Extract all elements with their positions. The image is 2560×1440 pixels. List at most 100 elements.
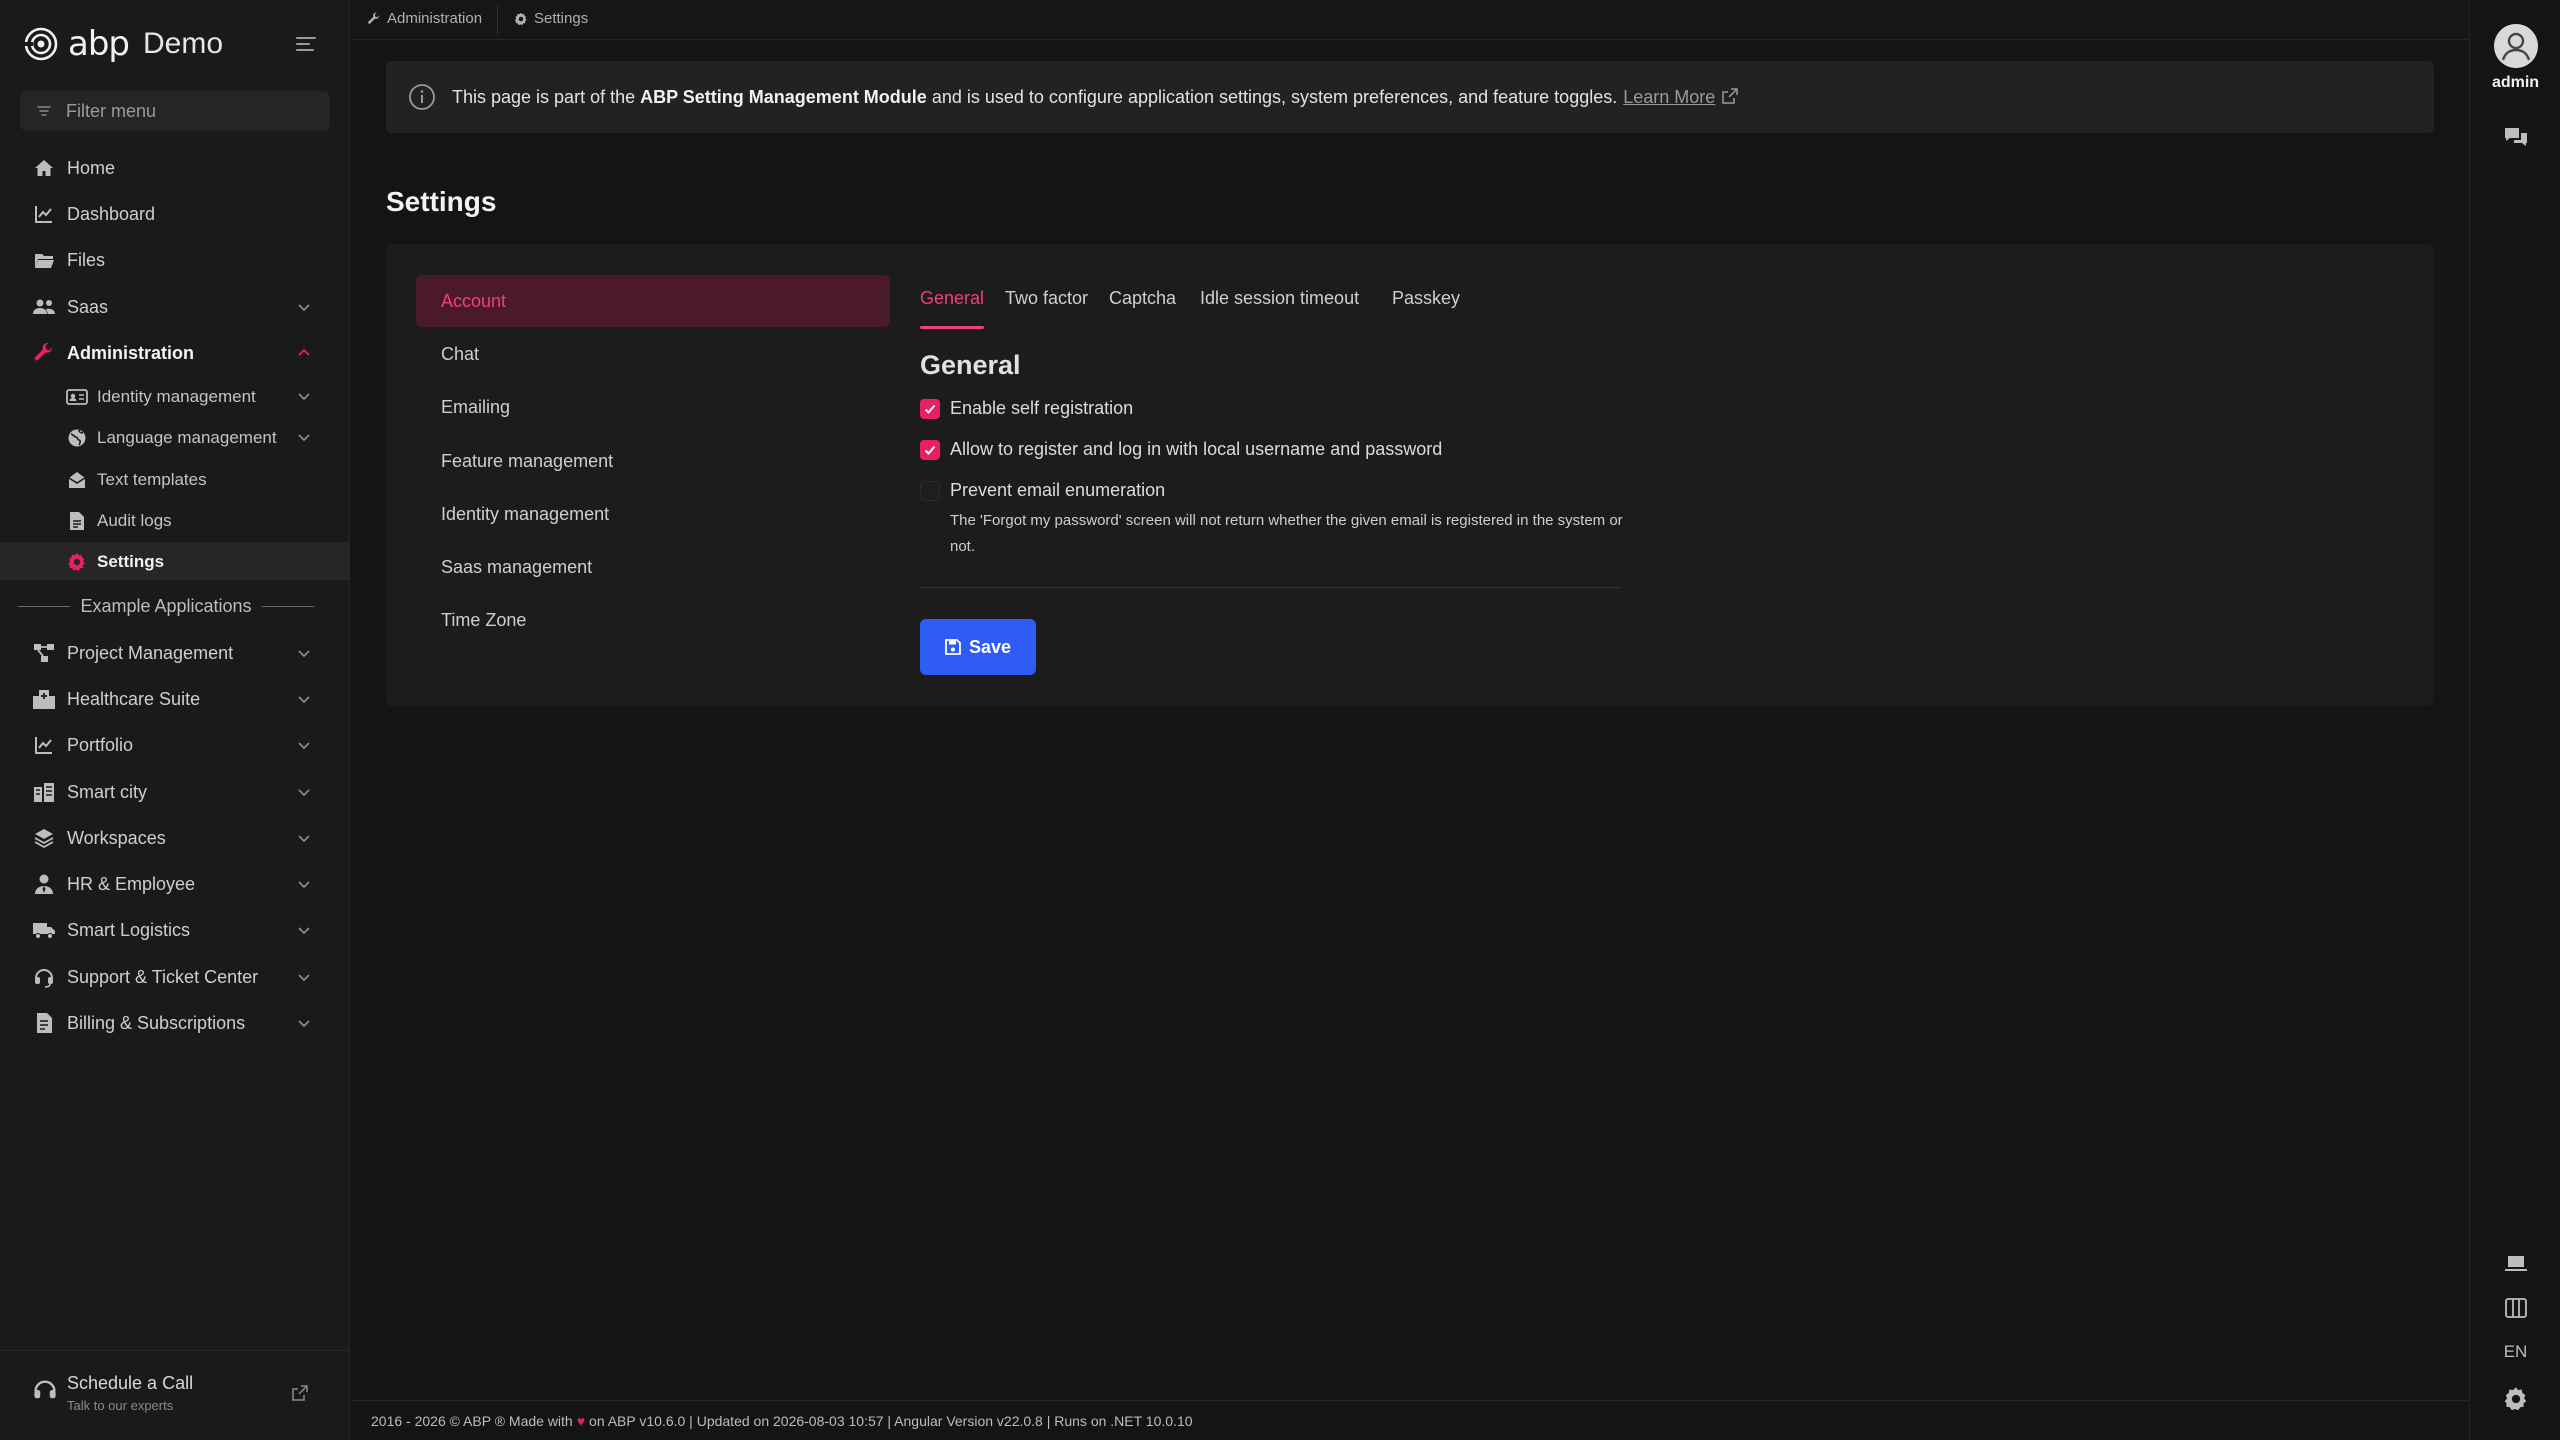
laptop-icon[interactable]: [2503, 1250, 2529, 1276]
settings-group-time-zone[interactable]: Time Zone: [416, 594, 890, 646]
tab-two-factor[interactable]: Two factor: [1005, 288, 1088, 328]
chevron-down-icon: [298, 393, 310, 401]
local-login-checkbox[interactable]: [920, 440, 940, 460]
sidebar-item-label: Portfolio: [67, 734, 134, 755]
users-icon: [32, 295, 56, 319]
diagram-icon: [32, 641, 56, 665]
chevron-down-icon: [298, 1020, 310, 1028]
sidebar-item-portfolio[interactable]: Portfolio: [0, 725, 350, 765]
prevent-email-enumeration-checkbox[interactable]: [920, 481, 940, 501]
tab-captcha[interactable]: Captcha: [1109, 288, 1176, 328]
tab-idle-session-timeout[interactable]: Idle session timeout: [1200, 288, 1359, 328]
sidebar-item-smart-logistics[interactable]: Smart Logistics: [0, 910, 350, 950]
chart-line-icon: [32, 733, 56, 757]
settings-group-account[interactable]: Account: [416, 275, 890, 327]
enable-self-registration-checkbox[interactable]: [920, 399, 940, 419]
save-icon: [945, 639, 961, 655]
settings-group-emailing[interactable]: Emailing: [416, 381, 890, 433]
sidebar: abp Demo Home Dashboard Files: [0, 0, 350, 1440]
sidebar-item-label: Settings: [97, 552, 165, 571]
brand-logo[interactable]: abp Demo: [24, 24, 223, 64]
tab-general[interactable]: General: [920, 288, 985, 329]
brand-name: abp: [68, 24, 130, 64]
sidebar-item-administration[interactable]: Administration: [0, 333, 350, 373]
breadcrumb-settings[interactable]: Settings: [514, 10, 588, 27]
learn-more-link[interactable]: Learn More: [1623, 87, 1715, 107]
sidebar-item-language-management[interactable]: Language management: [0, 418, 350, 456]
external-link-icon: [292, 1385, 308, 1401]
sidebar-item-saas[interactable]: Saas: [0, 287, 350, 327]
invoice-icon: [32, 1011, 56, 1035]
prevent-email-enumeration-help: The 'Forgot my password' screen will not…: [950, 512, 1623, 555]
user-tie-icon: [32, 872, 56, 896]
breadcrumb-administration[interactable]: Administration: [367, 10, 482, 27]
sidebar-item-label: Healthcare Suite: [67, 688, 201, 709]
gear-icon[interactable]: [2503, 1386, 2529, 1412]
chevron-down-icon: [298, 927, 310, 935]
sidebar-item-label: Text templates: [97, 470, 207, 489]
form-divider: [920, 587, 1620, 588]
chevron-down-icon: [298, 304, 310, 312]
sidebar-item-home[interactable]: Home: [0, 148, 350, 188]
notice-prefix: This page is part of the: [452, 86, 641, 107]
file-text-icon: [66, 510, 88, 532]
sidebar-item-billing-subscriptions[interactable]: Billing & Subscriptions: [0, 1003, 350, 1043]
sidebar-item-workspaces[interactable]: Workspaces: [0, 818, 350, 858]
notice-suffix: and is used to configure application set…: [926, 86, 1618, 107]
settings-group-feature-management[interactable]: Feature management: [416, 435, 890, 487]
sidebar-item-project-management[interactable]: Project Management: [0, 633, 350, 673]
sidebar-item-label: Billing & Subscriptions: [67, 1012, 246, 1033]
sidebar-item-smart-city[interactable]: Smart city: [0, 772, 350, 812]
checkbox-label: Allow to register and log in with local …: [950, 439, 1443, 459]
section-label: Example Applications: [80, 595, 252, 616]
sidebar-item-label: Saas: [67, 296, 109, 317]
footer: 2016 - 2026 © ABP ® Made with ♥ on ABP v…: [351, 1400, 2469, 1440]
settings-group-identity-management[interactable]: Identity management: [416, 488, 890, 540]
headset-icon: [32, 965, 56, 989]
language-selector[interactable]: EN: [2470, 1342, 2560, 1362]
sidebar-item-label: HR & Employee: [67, 873, 196, 894]
sidebar-item-label: Identity management: [97, 387, 256, 406]
prevent-email-enumeration-option[interactable]: Prevent email enumeration: [920, 480, 1165, 501]
sidebar-item-text-templates[interactable]: Text templates: [0, 460, 350, 498]
right-toolbar: admin EN: [2469, 0, 2560, 1440]
user-avatar[interactable]: [2494, 24, 2538, 68]
gear-icon: [514, 12, 527, 25]
settings-group-chat[interactable]: Chat: [416, 328, 890, 380]
globe-icon: [66, 427, 88, 449]
collapse-menu-icon[interactable]: [294, 32, 318, 56]
gear-icon: [66, 551, 88, 573]
sidebar-item-identity-management[interactable]: Identity management: [0, 377, 350, 415]
sidebar-item-healthcare-suite[interactable]: Healthcare Suite: [0, 679, 350, 719]
chevron-down-icon: [298, 974, 310, 982]
chevron-down-icon: [298, 835, 310, 843]
info-icon: [409, 84, 435, 110]
settings-group-saas-management[interactable]: Saas management: [416, 541, 890, 593]
sidebar-item-files[interactable]: Files: [0, 240, 350, 280]
abp-logo-icon: [24, 27, 58, 61]
checkbox-label: Prevent email enumeration: [950, 480, 1166, 500]
chevron-up-icon: [298, 348, 310, 356]
enable-self-registration-option[interactable]: Enable self registration: [920, 398, 1133, 419]
heart-icon: ♥: [576, 1412, 586, 1429]
sidebar-item-dashboard[interactable]: Dashboard: [0, 194, 350, 234]
sidebar-item-label: Project Management: [67, 642, 234, 663]
columns-icon[interactable]: [2503, 1295, 2529, 1321]
info-notice: This page is part of the ABP Setting Man…: [386, 61, 2434, 133]
sidebar-item-hr-employee[interactable]: HR & Employee: [0, 864, 350, 904]
sidebar-item-settings[interactable]: Settings: [0, 542, 350, 580]
sidebar-item-label: Administration: [67, 342, 195, 363]
main-content: Administration Settings This page is par…: [351, 0, 2469, 1440]
sidebar-item-audit-logs[interactable]: Audit logs: [0, 501, 350, 539]
filter-menu-input[interactable]: [66, 100, 306, 122]
save-button[interactable]: Save: [920, 619, 1036, 675]
tab-passkey[interactable]: Passkey: [1392, 288, 1460, 328]
breadcrumb-separator: [497, 6, 498, 34]
sidebar-item-label: Files: [67, 249, 106, 270]
sidebar-item-support-ticket-center[interactable]: Support & Ticket Center: [0, 957, 350, 997]
footer-right: on ABP v10.6.0 | Updated on 2026-08-03 1…: [589, 1412, 1193, 1429]
chevron-down-icon: [298, 881, 310, 889]
local-login-option[interactable]: Allow to register and log in with local …: [920, 439, 1442, 460]
schedule-a-call[interactable]: Schedule a Call Talk to our experts: [0, 1350, 350, 1440]
chat-icon[interactable]: [2503, 124, 2529, 150]
